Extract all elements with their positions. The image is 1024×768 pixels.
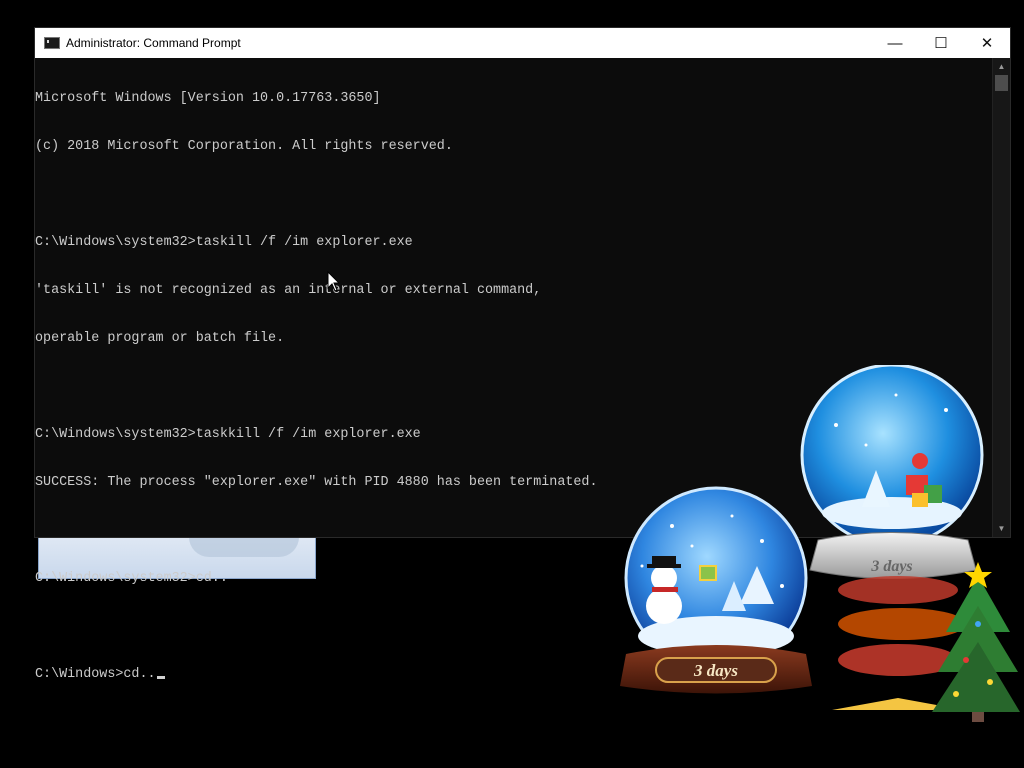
terminal-line: operable program or batch file. [35,331,285,346]
close-button[interactable]: ✕ [964,28,1010,58]
snow-globe-widget-right[interactable]: 3 days [796,365,991,587]
vertical-scrollbar[interactable]: ▲ ▼ [992,58,1010,537]
text-caret [156,676,165,679]
minimize-button[interactable]: — [872,28,918,58]
maximize-button[interactable]: ☐ [918,28,964,58]
terminal-line: Microsoft Windows [Version 10.0.17763.36… [35,91,381,106]
scroll-down-arrow-icon[interactable]: ▼ [993,520,1010,537]
command-prompt-icon [44,37,60,49]
window-title: Administrator: Command Prompt [66,36,241,50]
current-command: C:\Windows>cd.. [35,667,156,682]
terminal-line: (c) 2018 Microsoft Corporation. All righ… [35,139,453,154]
scroll-up-arrow-icon[interactable]: ▲ [993,58,1010,75]
window-controls: — ☐ ✕ [872,28,1010,58]
close-icon: ✕ [980,35,994,52]
scroll-thumb[interactable] [995,75,1008,91]
terminal-line: C:\Windows\system32>taskill /f /im explo… [35,235,413,250]
maximize-icon: ☐ [934,35,948,52]
terminal-line: 'taskill' is not recognized as an intern… [35,283,542,298]
snow-globe-widget-left[interactable]: 3 days [612,486,822,706]
title-bar[interactable]: Administrator: Command Prompt — ☐ ✕ [35,28,1010,58]
christmas-tree-widget[interactable] [828,562,1020,728]
minimize-icon: — [887,34,903,52]
mouse-pointer-icon [327,271,341,292]
globe-left-label: 3 days [693,661,738,680]
